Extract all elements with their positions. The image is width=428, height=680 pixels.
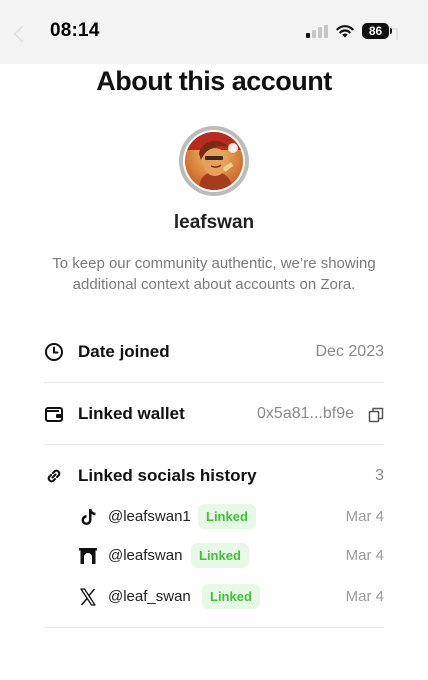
divider (44, 627, 384, 628)
linked-wallet-label: Linked wallet (78, 404, 185, 423)
status-time: 08:14 (50, 20, 100, 41)
x-icon (80, 588, 96, 606)
social-linked-date: Mar 4 (345, 508, 384, 525)
social-item-tiktok[interactable]: @leafswan1 Linked Mar 4 (78, 503, 384, 531)
social-item-farcaster[interactable]: @leafswan Linked Mar 4 (78, 542, 384, 570)
linked-socials-row: Linked socials history 3 (44, 456, 384, 496)
linked-socials-count: 3 (375, 467, 384, 484)
farcaster-icon (79, 548, 97, 564)
linked-badge: Linked (198, 504, 256, 529)
linked-badge: Linked (202, 584, 260, 609)
status-bar: 08:14 86 (0, 0, 428, 64)
wallet-address: 0x5a81...bf9e (257, 405, 354, 422)
social-handle: @leafswan (108, 547, 183, 564)
account-description: To keep our community authentic, we’re s… (52, 255, 376, 293)
avatar-ring (183, 130, 245, 192)
date-joined-label: Date joined (78, 342, 170, 361)
tiktok-icon (81, 509, 96, 525)
clock-icon (45, 343, 63, 361)
back-chevron-icon[interactable] (13, 25, 31, 43)
linked-socials-label: Linked socials history (78, 466, 257, 485)
social-item-x[interactable]: @leaf_swan Linked Mar 4 (78, 583, 384, 611)
cellular-signal-icon (306, 25, 328, 38)
linked-badge: Linked (191, 543, 249, 568)
wallet-icon (45, 407, 63, 422)
copy-icon[interactable] (368, 407, 384, 423)
date-joined-value: Dec 2023 (315, 343, 385, 360)
social-handle: @leafswan1 (108, 508, 191, 525)
page-title: About this account (96, 66, 332, 96)
social-linked-date: Mar 4 (345, 588, 384, 605)
divider (44, 444, 384, 445)
divider (44, 382, 384, 383)
avatar[interactable] (179, 126, 249, 196)
avatar-image (185, 132, 243, 190)
linked-wallet-row: Linked wallet 0x5a81...bf9e (44, 394, 384, 434)
wifi-icon (336, 25, 354, 38)
battery-icon: 86 (362, 23, 389, 39)
date-joined-row: Date joined Dec 2023 (44, 332, 384, 372)
link-icon (47, 469, 61, 483)
social-linked-date: Mar 4 (345, 547, 384, 564)
username: leafswan (173, 212, 255, 233)
social-handle: @leaf_swan (108, 588, 191, 605)
